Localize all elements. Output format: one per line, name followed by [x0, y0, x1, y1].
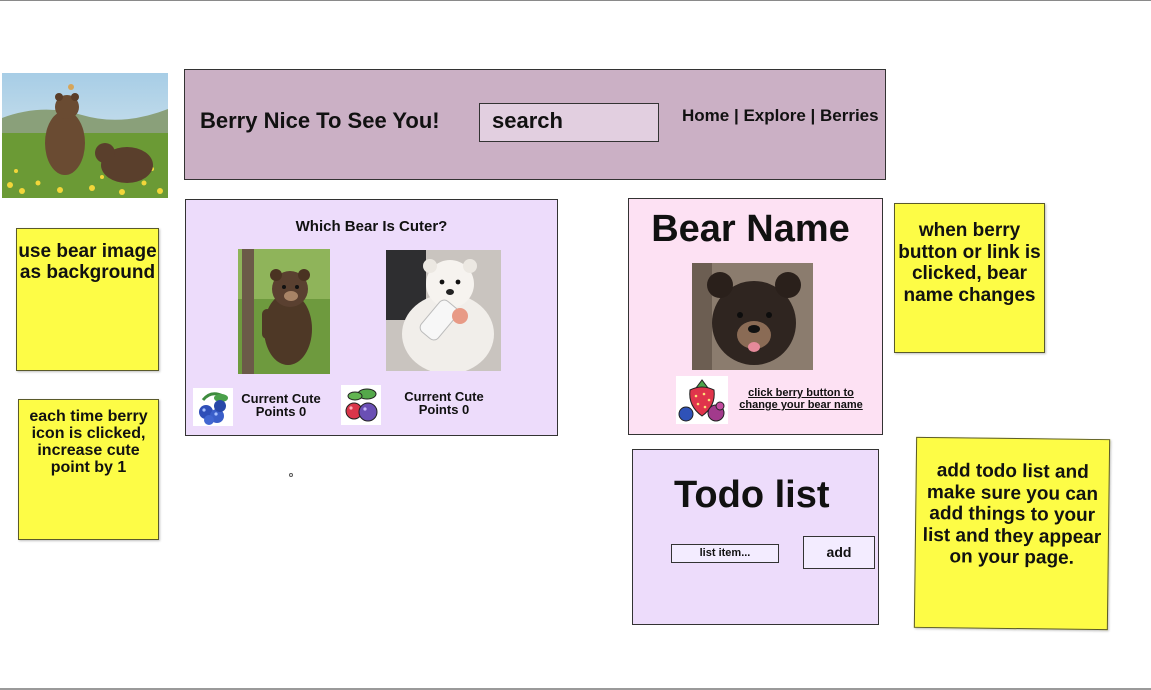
blueberry-icon[interactable] — [193, 388, 233, 426]
nav-berries-link[interactable]: Berries — [820, 106, 879, 125]
top-divider — [0, 0, 1151, 1]
todo-add-button[interactable]: add — [803, 536, 875, 569]
brown-bear-cub-photo — [238, 249, 330, 374]
sticky-note-background: use bear image as background — [16, 228, 159, 371]
nav-separator: | — [729, 106, 744, 125]
mixed-berry-icon[interactable] — [341, 385, 381, 425]
background-bear-photo — [2, 73, 168, 198]
sticky-note-todo: add todo list and make sure you can add … — [913, 436, 1111, 631]
nav-links: Home | Explore | Berries — [682, 106, 879, 126]
right-cute-points: Current Cute Points 0 — [404, 389, 484, 417]
todo-item-input[interactable]: list item... — [671, 544, 779, 563]
todo-heading: Todo list — [674, 474, 830, 516]
black-bear-cub-photo — [692, 263, 813, 370]
sticky-note-bear-name: when berry button or link is clicked, be… — [894, 203, 1045, 353]
strawberry-berry-icon[interactable] — [676, 376, 728, 424]
sticky-note-cute-points: each time berry icon is clicked, increas… — [18, 399, 159, 540]
site-title: Berry Nice To See You! — [200, 108, 440, 133]
left-cute-points: Current Cute Points 0 — [241, 391, 321, 419]
stray-dot — [289, 473, 293, 477]
search-input[interactable]: search — [479, 103, 659, 142]
nav-separator: | — [805, 106, 820, 125]
change-bear-name-link[interactable]: click berry button to change your bear n… — [738, 387, 864, 411]
cute-card-title: Which Bear Is Cuter? — [295, 218, 448, 235]
polar-bear-cub-photo — [386, 250, 501, 371]
bear-name-heading: Bear Name — [651, 208, 850, 250]
nav-home-link[interactable]: Home — [682, 106, 729, 125]
nav-explore-link[interactable]: Explore — [743, 106, 805, 125]
